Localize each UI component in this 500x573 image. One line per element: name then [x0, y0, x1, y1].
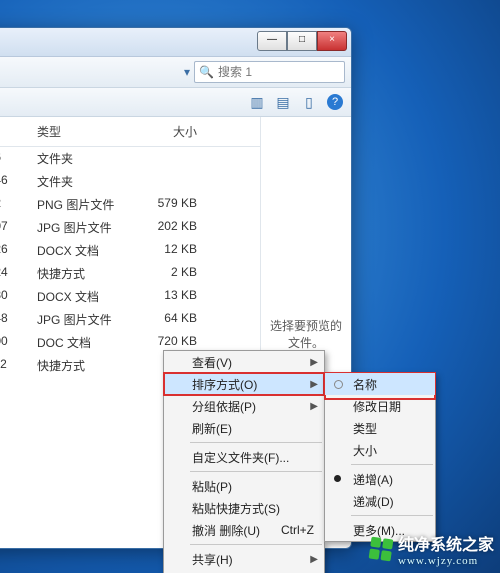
ctx-custom-folder[interactable]: 自定义文件夹(F)...	[164, 446, 324, 468]
table-row[interactable]: 1/5/27 10:48JPG 图片文件64 KB	[0, 308, 260, 331]
view-details-icon[interactable]: ▤	[275, 94, 291, 110]
col-date[interactable]: 日期	[0, 121, 37, 142]
toolbar: ▥ ▤ ▯ ?	[0, 88, 351, 117]
context-menu[interactable]: 查看(V)▶ 排序方式(O)▶ 分组依据(P)▶ 刷新(E) 自定义文件夹(F)…	[163, 350, 325, 573]
sort-date[interactable]: 修改日期	[325, 395, 435, 417]
radio-selected-icon	[334, 475, 341, 482]
ctx-paste[interactable]: 粘贴(P)	[164, 475, 324, 497]
ctx-group[interactable]: 分组依据(P)▶	[164, 395, 324, 417]
split-icon[interactable]: ▾	[184, 65, 190, 79]
preview-hint: 选择要预览的文件。	[267, 317, 345, 351]
ctx-sort[interactable]: 排序方式(O)▶	[164, 373, 324, 395]
help-icon[interactable]: ?	[327, 94, 343, 110]
search-input[interactable]	[216, 64, 340, 80]
watermark-logo-icon	[369, 537, 394, 562]
ctx-undo[interactable]: 撤消 删除(U)Ctrl+Z	[164, 519, 324, 541]
maximize-button[interactable]: □	[287, 31, 317, 51]
watermark-brand: 纯净系统之家	[398, 531, 494, 555]
watermark: 纯净系统之家 www.wjzy.com	[370, 531, 494, 567]
preview-pane-icon[interactable]: ▯	[301, 94, 317, 110]
table-row[interactable]: 1/4/26 15:07JPG 图片文件202 KB	[0, 216, 260, 239]
sort-submenu[interactable]: 名称 修改日期 类型 大小 递增(A) 递减(D) 更多(M)...	[324, 372, 436, 542]
sort-size[interactable]: 大小	[325, 439, 435, 461]
ctx-share[interactable]: 共享(H)▶	[164, 548, 324, 570]
search-box[interactable]: 🔍	[194, 61, 345, 83]
table-row[interactable]: 0/7/6 15:42PNG 图片文件579 KB	[0, 193, 260, 216]
search-icon: 🔍	[199, 65, 214, 79]
close-button[interactable]: ×	[317, 31, 347, 51]
sort-asc[interactable]: 递增(A)	[325, 468, 435, 490]
col-size[interactable]: 大小	[127, 121, 197, 142]
titlebar[interactable]: — □ ×	[0, 28, 351, 57]
sort-type[interactable]: 类型	[325, 417, 435, 439]
table-row[interactable]: 1/5/31 16:26DOCX 文档12 KB	[0, 239, 260, 262]
column-headers[interactable]: 日期 类型 大小	[0, 117, 260, 147]
sort-desc[interactable]: 递减(D)	[325, 490, 435, 512]
table-row[interactable]: 1/6/2 13:46文件夹	[0, 147, 260, 170]
col-type[interactable]: 类型	[37, 121, 127, 142]
ctx-refresh[interactable]: 刷新(E)	[164, 417, 324, 439]
view-thumb-icon[interactable]: ▥	[249, 94, 265, 110]
table-row[interactable]: 1/4/26 14:30DOCX 文档13 KB	[0, 285, 260, 308]
table-row[interactable]: 1/5/24 13:46文件夹	[0, 170, 260, 193]
sort-name[interactable]: 名称	[325, 373, 435, 395]
table-row[interactable]: 1/5/10 14:24快捷方式2 KB	[0, 262, 260, 285]
address-bar: ▾ 🔍	[0, 57, 351, 88]
ctx-view[interactable]: 查看(V)▶	[164, 351, 324, 373]
radio-icon	[334, 380, 343, 389]
minimize-button[interactable]: —	[257, 31, 287, 51]
ctx-paste-shortcut[interactable]: 粘贴快捷方式(S)	[164, 497, 324, 519]
watermark-url: www.wjzy.com	[398, 555, 494, 567]
